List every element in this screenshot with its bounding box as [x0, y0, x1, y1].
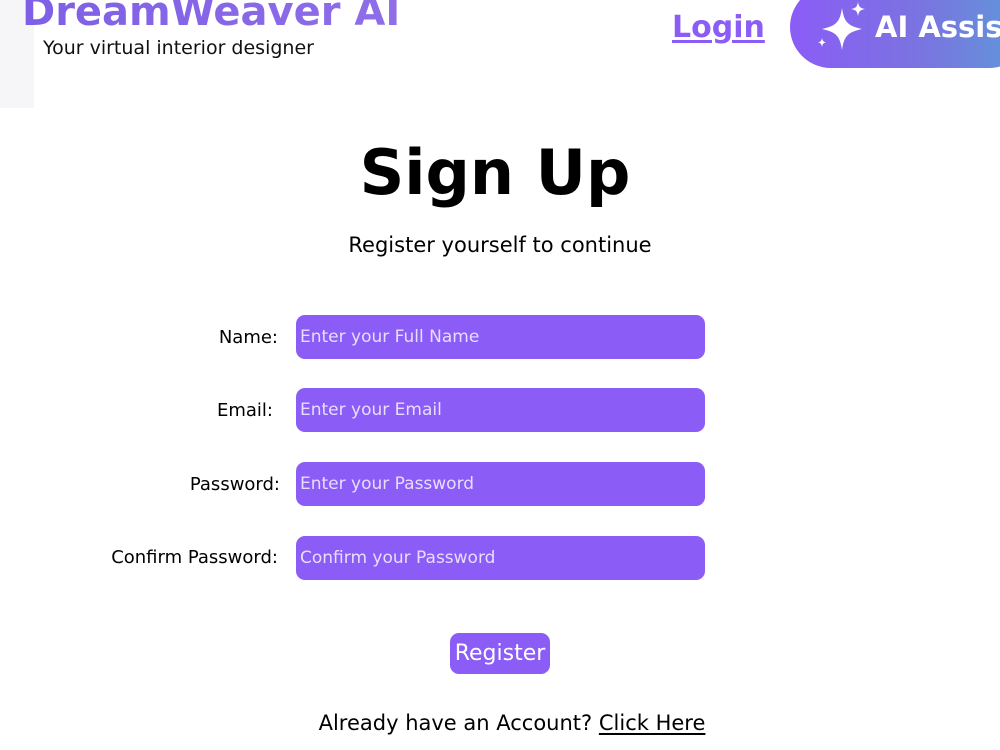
click-here-link[interactable]: Click Here	[599, 711, 706, 735]
confirm-password-input[interactable]	[296, 536, 705, 580]
email-input[interactable]	[296, 388, 705, 432]
login-link[interactable]: Login	[672, 9, 765, 47]
ai-assist-button[interactable]: AI Assist	[790, 0, 1000, 68]
page-title: Sign Up	[359, 136, 631, 209]
ai-assist-label: AI Assist	[875, 10, 1000, 44]
register-button[interactable]: Register	[450, 633, 550, 674]
brand-tagline: Your virtual interior designer	[43, 37, 314, 59]
name-label: Name:	[218, 327, 278, 348]
page-subtitle: Register yourself to continue	[348, 233, 652, 257]
signup-page: DreamWeaver AI Your virtual interior des…	[0, 0, 1000, 750]
email-label: Email:	[216, 400, 273, 421]
confirm-password-label: Confirm Password:	[111, 547, 278, 568]
sparkle-icon	[818, 2, 865, 50]
password-input[interactable]	[296, 462, 705, 506]
password-label: Password:	[189, 474, 280, 495]
name-input[interactable]	[296, 315, 705, 359]
brand-title: DreamWeaver AI	[22, 0, 400, 38]
account-prompt-text: Already have an Account?	[318, 711, 593, 735]
account-prompt-row: Already have an Account? Click Here	[0, 709, 1000, 737]
